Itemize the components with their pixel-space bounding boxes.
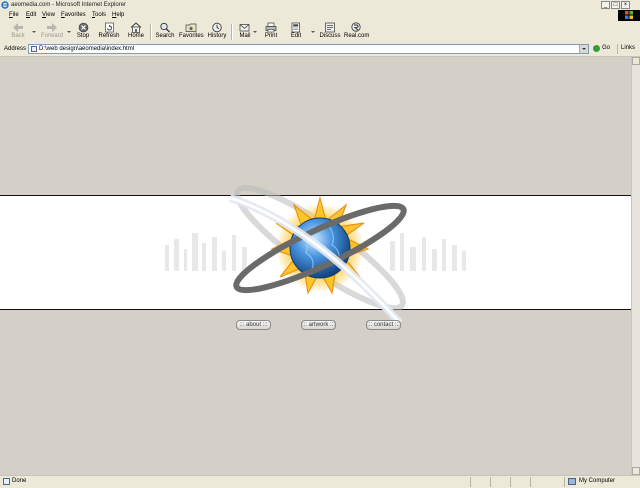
search-button[interactable]: Search [154, 22, 176, 42]
mail-dropdown-arrow[interactable] [253, 31, 257, 33]
close-button[interactable]: × [621, 1, 630, 9]
vertical-scrollbar[interactable] [631, 57, 640, 475]
scroll-down-button[interactable] [632, 467, 640, 475]
page-done-icon [3, 478, 10, 485]
links-button[interactable]: Links [617, 44, 640, 54]
real-com-icon [351, 22, 361, 32]
menu-tools[interactable]: Tools [92, 12, 106, 19]
menu-help[interactable]: Help [112, 12, 124, 19]
status-bar: Done My Computer [0, 475, 640, 488]
forward-arrow-icon [47, 23, 57, 32]
favorites-button[interactable]: Favorites [179, 22, 204, 42]
status-pane-divider [530, 477, 531, 487]
history-icon [212, 22, 222, 33]
stop-icon [78, 22, 88, 33]
mail-icon [239, 24, 250, 32]
status-text: Done [12, 478, 27, 484]
contact-nav-button[interactable]: ::: contact ::: [366, 320, 401, 330]
mail-button[interactable]: Mail [235, 22, 255, 42]
menu-view[interactable]: View [42, 12, 55, 19]
go-arrow-icon [593, 45, 600, 52]
menu-favorites[interactable]: Favorites [61, 12, 86, 19]
discuss-icon [325, 22, 335, 33]
forward-dropdown-arrow[interactable] [67, 31, 71, 33]
my-computer-icon [568, 478, 576, 485]
back-dropdown-arrow[interactable] [32, 31, 36, 33]
edit-button[interactable]: Edit [286, 22, 306, 42]
about-nav-button[interactable]: ::: about ::: [236, 320, 271, 330]
status-pane-divider [470, 477, 471, 487]
security-zone-label: My Computer [579, 478, 616, 484]
back-arrow-icon [13, 23, 23, 32]
toolbar-separator [150, 24, 152, 40]
window-title: aeomedia.com - Microsoft Internet Explor… [11, 2, 127, 8]
home-button[interactable]: Home [125, 22, 147, 42]
home-icon [130, 22, 142, 33]
stop-button[interactable]: Stop [73, 22, 93, 42]
history-button[interactable]: History [206, 22, 228, 42]
edit-dropdown-arrow[interactable] [311, 31, 315, 33]
realcom-button[interactable]: Real.com [344, 22, 369, 42]
atom-globe-logo [165, 184, 466, 323]
status-pane-divider [510, 477, 511, 487]
internet-explorer-icon [1, 1, 9, 9]
toolbar-separator [231, 24, 233, 40]
status-pane-divider [490, 477, 491, 487]
page-icon [31, 46, 37, 52]
status-pane-divider [564, 477, 565, 487]
minimize-button[interactable]: _ [601, 1, 610, 9]
menu-file[interactable]: File [9, 12, 19, 19]
printer-icon [265, 22, 277, 33]
artwork-nav-button[interactable]: ::: artwork ::: [301, 320, 336, 330]
print-button[interactable]: Print [261, 22, 281, 42]
forward-button[interactable]: Forward [38, 22, 66, 42]
back-button[interactable]: Back [6, 22, 30, 42]
go-button[interactable]: Go [592, 44, 614, 54]
maximize-button[interactable]: □ [611, 1, 620, 9]
refresh-button[interactable]: Refresh [97, 22, 121, 42]
address-dropdown-button[interactable] [579, 45, 588, 53]
favorites-folder-icon [185, 23, 197, 32]
refresh-icon [104, 22, 114, 33]
windows-logo-icon [625, 11, 633, 19]
address-label: Address [4, 46, 27, 52]
windows-logo-throbber [618, 10, 640, 21]
scroll-up-button[interactable] [632, 57, 640, 65]
standard-toolbar: Back Forward Stop Refresh Home Search Fa… [0, 21, 640, 44]
page-content: ::: about ::: ::: artwork ::: ::: contac… [0, 57, 631, 475]
address-input[interactable]: D:\web design\aeomedia\index.html [28, 44, 589, 54]
address-url: D:\web design\aeomedia\index.html [39, 46, 135, 52]
menu-edit[interactable]: Edit [26, 12, 36, 19]
edit-page-icon [291, 22, 300, 33]
address-bar: Address D:\web design\aeomedia\index.htm… [0, 43, 640, 57]
search-icon [160, 22, 170, 33]
discuss-button[interactable]: Discuss [318, 22, 342, 42]
